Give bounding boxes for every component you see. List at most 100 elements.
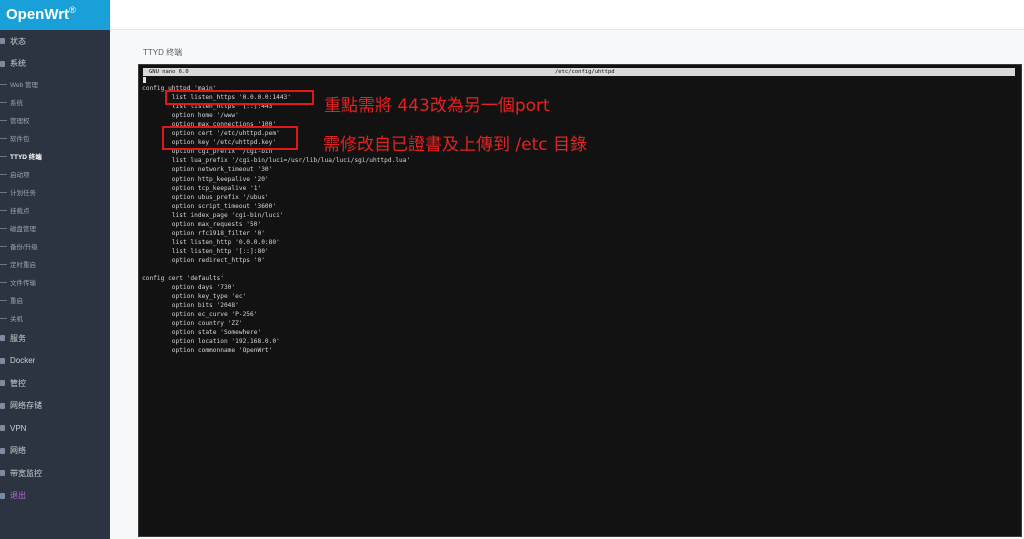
sidebar-item-label: 网络 bbox=[10, 446, 26, 456]
sub-item-dash bbox=[0, 173, 7, 175]
terminal-line: option key_type 'ec' bbox=[142, 293, 247, 301]
terminal-line: option redirect_https '0' bbox=[142, 256, 265, 264]
sidebar-item-16[interactable]: 服务 bbox=[0, 327, 110, 350]
sidebar-item-label: 关机 bbox=[10, 316, 23, 323]
services-icon bbox=[0, 335, 5, 342]
terminal-line: option bits '2048' bbox=[142, 302, 239, 310]
sidebar-item-label: 管理权 bbox=[10, 118, 30, 125]
terminal-line: list listen_http '0.0.0.0:80' bbox=[142, 238, 280, 246]
sub-item-dash bbox=[0, 101, 7, 103]
sidebar-item-15[interactable]: 关机 bbox=[0, 309, 110, 327]
sidebar-item-label: 服务 bbox=[10, 333, 26, 343]
terminal-line: option home '/www' bbox=[142, 112, 239, 120]
sidebar-item-label: 重启 bbox=[10, 298, 23, 305]
control-icon bbox=[0, 380, 5, 387]
sidebar-nav: 状态系统 Web 管理 系统管理权软件包 TTYD 终端 启动项计划任务挂载点磁盘管理备… bbox=[0, 30, 110, 507]
sidebar-item-label: 系统 bbox=[10, 59, 26, 69]
sidebar-item-23[interactable]: 退出 bbox=[0, 485, 110, 508]
sidebar-item-label: 带宽监控 bbox=[10, 468, 42, 478]
sidebar-item-label: VPN bbox=[10, 423, 27, 433]
sidebar-item-label: Web 管理 bbox=[10, 82, 39, 89]
terminal-line: option ec_curve 'P-256' bbox=[142, 311, 258, 319]
sidebar-item-2[interactable]: Web 管理 bbox=[0, 75, 110, 93]
annotation-cert-note: 需修改自已證書及上傳到 /etc 目錄 bbox=[323, 135, 588, 155]
terminal-cursor bbox=[143, 77, 146, 83]
sidebar-item-label: 管控 bbox=[10, 378, 26, 388]
sidebar-item-3[interactable]: 系统 bbox=[0, 93, 110, 111]
sidebar-item-10[interactable]: 磁盘管理 bbox=[0, 219, 110, 237]
sidebar-item-11[interactable]: 备份/升级 bbox=[0, 237, 110, 255]
status-icon bbox=[0, 38, 5, 45]
logout-icon bbox=[0, 492, 5, 499]
highlight-box-cert-key bbox=[162, 126, 298, 150]
terminal-line: list lua_prefix '/cgi-bin/luci=/usr/lib/… bbox=[142, 157, 411, 165]
sidebar-item-label: 定时重启 bbox=[10, 262, 36, 269]
sidebar-item-label: 启动项 bbox=[10, 172, 30, 179]
annotation-port-note: 重點需將 443改為另一個port bbox=[324, 96, 550, 116]
sidebar-item-9[interactable]: 挂载点 bbox=[0, 201, 110, 219]
sub-item-dash bbox=[0, 281, 7, 283]
sidebar-item-0[interactable]: 状态 bbox=[0, 30, 110, 53]
sidebar-item-label: Docker bbox=[10, 356, 36, 366]
sidebar-item-label: 软件包 bbox=[10, 136, 30, 143]
sub-item-dash bbox=[0, 263, 7, 265]
sub-item-dash bbox=[0, 209, 7, 211]
system-icon bbox=[0, 60, 5, 67]
terminal-line: option rfc1918_filter '0' bbox=[142, 229, 265, 237]
sidebar-item-label: 磁盘管理 bbox=[10, 226, 36, 233]
nano-version: GNU nano 6.0 bbox=[149, 69, 189, 75]
terminal-line: option network_timeout '30' bbox=[142, 166, 273, 174]
sidebar-item-label: 系统 bbox=[10, 100, 23, 107]
bandwidth-icon bbox=[0, 470, 5, 477]
sidebar-item-19[interactable]: 网络存储 bbox=[0, 395, 110, 418]
terminal-line: config cert 'defaults' bbox=[142, 275, 224, 283]
sidebar: OpenWrt® 状态系统 Web 管理 系统管理权软件包 TTYD 终端 启动项计划任… bbox=[0, 0, 110, 539]
sub-item-dash bbox=[0, 119, 7, 121]
terminal-line: option http_keepalive '20' bbox=[142, 175, 269, 183]
sidebar-item-label: 退出 bbox=[10, 491, 26, 501]
terminal-line: option max_requests '50' bbox=[142, 220, 262, 228]
brand-name: OpenWrt bbox=[6, 6, 70, 23]
sidebar-item-18[interactable]: 管控 bbox=[0, 372, 110, 395]
terminal-line: list index_page 'cgi-bin/luci' bbox=[142, 211, 284, 219]
sidebar-item-20[interactable]: VPN bbox=[0, 417, 110, 440]
sub-item-dash bbox=[0, 317, 7, 319]
storage-icon bbox=[0, 402, 5, 409]
sub-item-dash bbox=[0, 245, 7, 247]
sidebar-item-22[interactable]: 带宽监控 bbox=[0, 462, 110, 485]
sub-item-dash bbox=[0, 299, 7, 301]
sidebar-item-label: TTYD 终端 bbox=[10, 154, 42, 161]
sidebar-item-12[interactable]: 定时重启 bbox=[0, 255, 110, 273]
terminal-line: option commonname 'OpenWrt' bbox=[142, 347, 273, 355]
sidebar-item-label: 挂载点 bbox=[10, 208, 30, 215]
highlight-box-listen-https bbox=[165, 90, 314, 105]
sidebar-item-13[interactable]: 文件传输 bbox=[0, 273, 110, 291]
sidebar-item-4[interactable]: 管理权 bbox=[0, 111, 110, 129]
page-title: TTYD 终端 bbox=[143, 48, 183, 57]
sidebar-item-1[interactable]: 系统 bbox=[0, 53, 110, 76]
sidebar-item-17[interactable]: Docker bbox=[0, 350, 110, 373]
terminal-line: option location '192.168.0.0' bbox=[142, 338, 280, 346]
sub-item-dash bbox=[0, 227, 7, 229]
brand-logo[interactable]: OpenWrt® bbox=[0, 0, 110, 30]
sidebar-item-14[interactable]: 重启 bbox=[0, 291, 110, 309]
nano-file-path: /etc/config/uhttpd bbox=[555, 69, 615, 75]
sidebar-item-8[interactable]: 计划任务 bbox=[0, 183, 110, 201]
sub-item-dash bbox=[0, 155, 7, 157]
brand-mark: ® bbox=[69, 5, 76, 15]
sidebar-item-label: 状态 bbox=[10, 36, 26, 46]
terminal-line: option ubus_prefix '/ubus' bbox=[142, 193, 269, 201]
vpn-icon bbox=[0, 425, 5, 432]
sidebar-item-label: 文件传输 bbox=[10, 280, 36, 287]
sidebar-item-7[interactable]: 启动项 bbox=[0, 165, 110, 183]
sidebar-item-21[interactable]: 网络 bbox=[0, 440, 110, 463]
network-icon bbox=[0, 447, 5, 454]
sidebar-item-5[interactable]: 软件包 bbox=[0, 129, 110, 147]
sidebar-item-6[interactable]: TTYD 终端 bbox=[0, 147, 110, 165]
docker-icon bbox=[0, 357, 5, 364]
terminal-line: option script_timeout '3600' bbox=[142, 202, 277, 210]
main-content: TTYD 终端 GNU nano 6.0 /etc/config/uhttpd … bbox=[110, 30, 1024, 539]
sub-item-dash bbox=[0, 191, 7, 193]
terminal-line: option tcp_keepalive '1' bbox=[142, 184, 262, 192]
nano-title-bar: GNU nano 6.0 /etc/config/uhttpd bbox=[143, 68, 1015, 76]
